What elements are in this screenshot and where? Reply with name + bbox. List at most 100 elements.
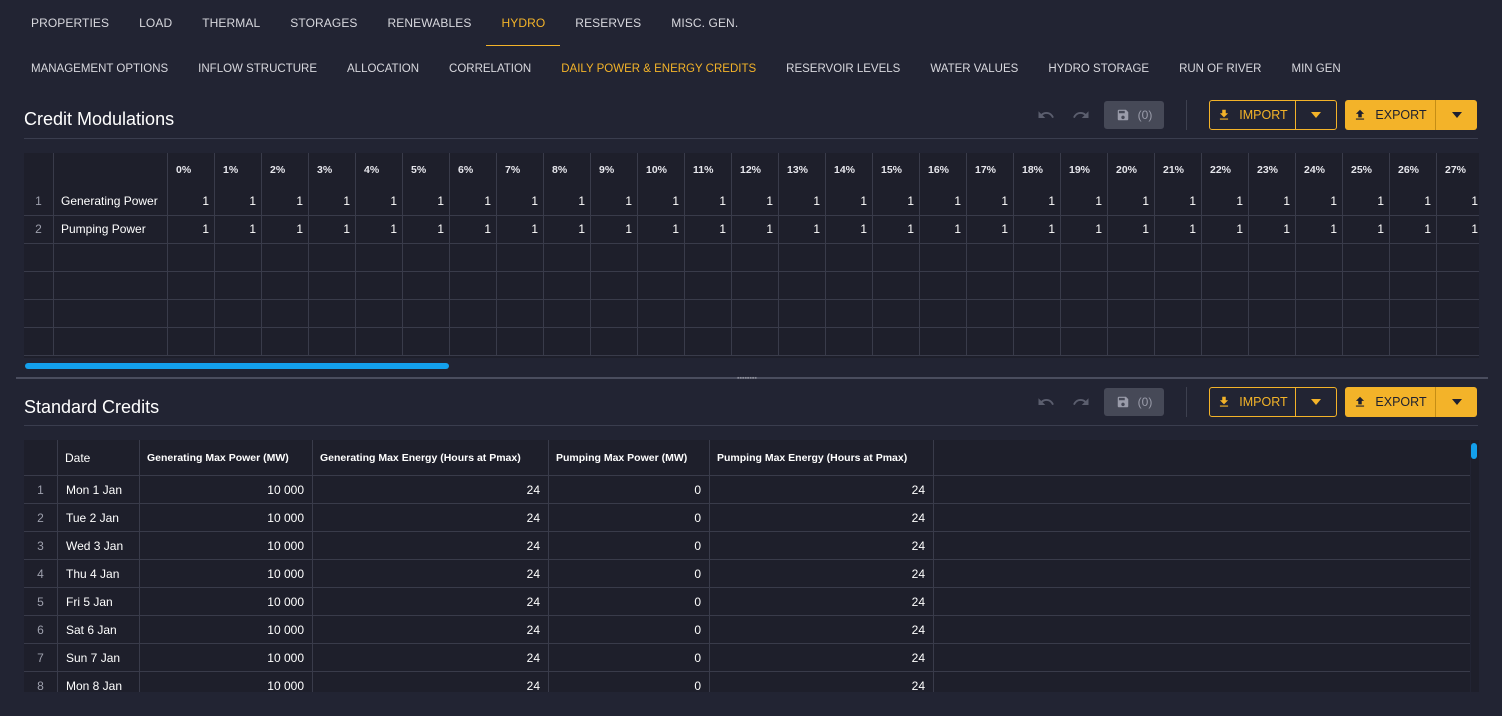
grid-cell[interactable] — [215, 271, 262, 299]
gen-max-power-cell[interactable]: 10 000 — [140, 644, 313, 672]
grid-cell[interactable] — [1155, 299, 1202, 327]
undo-icon[interactable] — [1034, 390, 1058, 414]
grid-cell[interactable] — [1202, 243, 1249, 271]
grid-cell[interactable]: 1 — [262, 187, 309, 215]
grid-cell[interactable]: 1 — [1437, 187, 1479, 215]
grid-cell[interactable] — [309, 271, 356, 299]
grid-cell[interactable]: 1 — [967, 187, 1014, 215]
pump-max-power-cell[interactable]: 0 — [549, 560, 710, 588]
column-header[interactable]: 24% — [1296, 153, 1343, 187]
grid-cell[interactable]: 1 — [215, 187, 262, 215]
grid-cell[interactable]: 1 — [1437, 215, 1479, 243]
gen-max-energy-cell[interactable]: 24 — [313, 616, 549, 644]
grid-cell[interactable] — [1155, 327, 1202, 355]
subtab-hydro-storage[interactable]: HYDRO STORAGE — [1033, 63, 1164, 75]
grid-cell[interactable] — [1296, 327, 1343, 355]
grid-cell[interactable] — [685, 271, 732, 299]
gen-max-energy-cell[interactable]: 24 — [313, 644, 549, 672]
grid-cell[interactable] — [732, 299, 779, 327]
column-header[interactable]: 16% — [920, 153, 967, 187]
pump-max-energy-cell[interactable]: 24 — [710, 476, 934, 504]
grid-cell[interactable] — [497, 271, 544, 299]
tab-hydro[interactable]: HYDRO — [486, 0, 561, 46]
grid-cell[interactable] — [1061, 243, 1108, 271]
grid-cell[interactable] — [967, 243, 1014, 271]
pump-max-energy-cell[interactable]: 24 — [710, 588, 934, 616]
pump-max-power-cell[interactable]: 0 — [549, 644, 710, 672]
grid-cell[interactable]: 1 — [638, 187, 685, 215]
column-header[interactable]: 5% — [403, 153, 450, 187]
grid-cell[interactable]: 1 — [1155, 215, 1202, 243]
subtab-min-gen[interactable]: MIN GEN — [1276, 63, 1355, 75]
grid-cell[interactable] — [638, 243, 685, 271]
column-header[interactable]: 8% — [544, 153, 591, 187]
grid-cell[interactable] — [826, 299, 873, 327]
grid-cell[interactable]: 1 — [1343, 215, 1390, 243]
pump-max-energy-cell[interactable]: 24 — [710, 616, 934, 644]
grid-cell[interactable] — [1155, 271, 1202, 299]
grid-cell[interactable]: 1 — [1108, 215, 1155, 243]
grid-cell[interactable]: 1 — [450, 215, 497, 243]
grid-cell[interactable] — [920, 271, 967, 299]
column-header[interactable]: 3% — [309, 153, 356, 187]
grid-cell[interactable] — [1061, 299, 1108, 327]
grid-cell[interactable] — [450, 243, 497, 271]
import-button[interactable]: IMPORT — [1209, 387, 1337, 417]
grid-cell[interactable]: 1 — [450, 187, 497, 215]
grid-cell[interactable] — [685, 243, 732, 271]
grid-cell[interactable] — [168, 327, 215, 355]
gen-max-energy-cell[interactable]: 24 — [313, 476, 549, 504]
grid-cell[interactable] — [497, 299, 544, 327]
gen-max-power-cell[interactable]: 10 000 — [140, 560, 313, 588]
grid-cell[interactable] — [1390, 271, 1437, 299]
grid-cell[interactable] — [1249, 327, 1296, 355]
grid-cell[interactable]: 1 — [168, 215, 215, 243]
grid-cell[interactable] — [403, 327, 450, 355]
grid-cell[interactable] — [1296, 271, 1343, 299]
grid-cell[interactable] — [544, 327, 591, 355]
subtab-management-options[interactable]: MANAGEMENT OPTIONS — [16, 63, 183, 75]
gen-max-energy-cell[interactable]: 24 — [313, 560, 549, 588]
grid-cell[interactable]: 1 — [685, 187, 732, 215]
grid-cell[interactable] — [215, 327, 262, 355]
column-header[interactable]: 27% — [1437, 153, 1479, 187]
grid-cell[interactable] — [1390, 327, 1437, 355]
grid-cell[interactable]: 1 — [826, 215, 873, 243]
column-header[interactable]: 14% — [826, 153, 873, 187]
grid-cell[interactable]: 1 — [497, 215, 544, 243]
column-header[interactable]: 19% — [1061, 153, 1108, 187]
grid-cell[interactable]: 1 — [873, 215, 920, 243]
pump-max-power-cell[interactable]: 0 — [549, 588, 710, 616]
pump-max-energy-cell[interactable]: 24 — [710, 672, 934, 692]
undo-icon[interactable] — [1034, 103, 1058, 127]
subtab-correlation[interactable]: CORRELATION — [434, 63, 546, 75]
date-cell[interactable]: Thu 4 Jan — [58, 560, 140, 588]
pump-max-energy-cell[interactable]: 24 — [710, 560, 934, 588]
grid-cell[interactable]: 1 — [638, 215, 685, 243]
column-header[interactable]: 4% — [356, 153, 403, 187]
grid-cell[interactable] — [1437, 271, 1479, 299]
pump-max-power-cell[interactable]: 0 — [549, 504, 710, 532]
grid-cell[interactable] — [544, 299, 591, 327]
grid-cell[interactable]: 1 — [685, 215, 732, 243]
grid-cell[interactable] — [262, 271, 309, 299]
import-dropdown-caret[interactable] — [1296, 101, 1336, 129]
column-header[interactable]: 0% — [168, 153, 215, 187]
grid-cell[interactable] — [1202, 327, 1249, 355]
grid-cell[interactable] — [1061, 327, 1108, 355]
grid-cell[interactable] — [967, 271, 1014, 299]
grid-cell[interactable] — [732, 243, 779, 271]
grid-cell[interactable] — [638, 271, 685, 299]
column-header[interactable]: Pumping Max Energy (Hours at Pmax) — [710, 440, 934, 476]
grid-cell[interactable] — [1061, 271, 1108, 299]
date-cell[interactable]: Fri 5 Jan — [58, 588, 140, 616]
grid-cell[interactable] — [1296, 299, 1343, 327]
grid-cell[interactable] — [1390, 299, 1437, 327]
grid-cell[interactable]: 1 — [873, 187, 920, 215]
gen-max-power-cell[interactable]: 10 000 — [140, 476, 313, 504]
grid-cell[interactable] — [356, 271, 403, 299]
tab-thermal[interactable]: THERMAL — [187, 0, 275, 46]
export-dropdown-caret[interactable] — [1436, 387, 1477, 417]
grid-cell[interactable] — [826, 327, 873, 355]
column-header[interactable]: 7% — [497, 153, 544, 187]
